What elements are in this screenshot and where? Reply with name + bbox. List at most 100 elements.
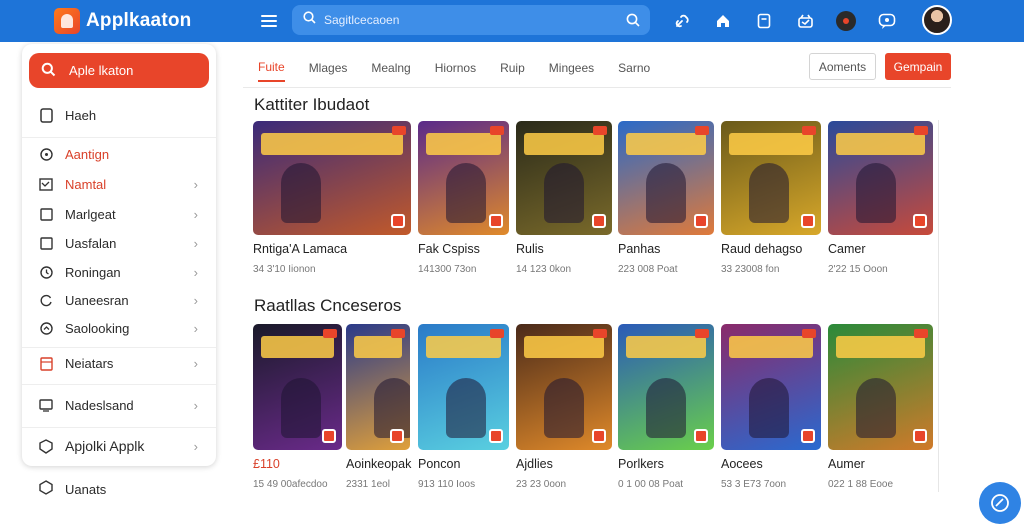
app-card[interactable]: Ajdlies 23 23 0oon: [516, 324, 612, 490]
game-title-art: [426, 133, 501, 155]
primary-button[interactable]: Gempain: [885, 53, 951, 80]
top-icon-group: [670, 9, 916, 33]
app-card[interactable]: £110 15 49 00afecdoo: [253, 324, 342, 490]
sidebar-item-namtal[interactable]: Namtal ›: [22, 177, 216, 192]
app-card[interactable]: Porlkers 0 1 00 08 Poat: [618, 324, 714, 490]
app-title: £110: [253, 457, 280, 471]
search-bar[interactable]: [292, 5, 650, 35]
sidebar-item-nadeslsand[interactable]: Nadeslsand ›: [22, 398, 216, 413]
app-meta: 23 23 0oon: [516, 479, 567, 490]
app-thumbnail[interactable]: [253, 121, 411, 235]
tag-badge: [323, 329, 337, 338]
character-art: [646, 378, 686, 438]
sidebar-item-uasfalan[interactable]: Uasfalan ›: [22, 236, 216, 251]
app-card[interactable]: Panhas 223 008 Poat: [618, 121, 714, 275]
app-thumbnail[interactable]: [516, 121, 612, 235]
tag-badge: [392, 126, 406, 135]
app-card[interactable]: Aocees 53 3 E73 7oon: [721, 324, 821, 490]
app-thumbnail[interactable]: [618, 121, 714, 235]
app-logo[interactable]: Applkaaton: [54, 8, 191, 34]
app-thumbnail[interactable]: [516, 324, 612, 450]
app-card[interactable]: Fak Cspiss 141300 73on: [418, 121, 509, 275]
link-icon[interactable]: [670, 9, 694, 33]
search-icon: [303, 11, 316, 29]
bookmark-icon[interactable]: [752, 9, 776, 33]
sidebar-item-haeh[interactable]: Haeh: [22, 108, 216, 123]
tag-badge: [593, 126, 607, 135]
tag-badge: [391, 329, 405, 338]
search-input[interactable]: [324, 13, 604, 27]
tab-mealng[interactable]: Mealng: [371, 54, 410, 82]
app-badge-icon: [489, 429, 503, 443]
sidebar-item-apjolki[interactable]: Apjolki Applk ›: [22, 438, 216, 454]
app-card[interactable]: Aumer 022 1 88 Eooe: [828, 324, 933, 490]
record-icon[interactable]: [834, 9, 858, 33]
chevron-right-icon: ›: [193, 438, 198, 454]
app-thumbnail[interactable]: [253, 324, 342, 450]
app-card[interactable]: Camer 2'22 15 Ooon: [828, 121, 933, 275]
sidebar-item-label: Marlgeat: [65, 207, 116, 222]
help-button[interactable]: [979, 482, 1021, 524]
avatar[interactable]: [922, 5, 952, 35]
clock-icon: [39, 266, 53, 280]
chevron-right-icon: ›: [193, 207, 198, 222]
app-card[interactable]: Raud dehagso 33 23008 fon: [721, 121, 821, 275]
search-submit-icon[interactable]: [626, 13, 640, 32]
sidebar-item-aantign[interactable]: Aantign: [22, 147, 216, 162]
tag-badge: [490, 126, 504, 135]
game-title-art: [729, 133, 813, 155]
sidebar-item-uaneesran[interactable]: Uaneesran ›: [22, 293, 216, 308]
app-card[interactable]: Aoinkeopak 2331 1eol: [346, 324, 411, 490]
app-meta: 022 1 88 Eooe: [828, 479, 894, 490]
app-thumbnail[interactable]: [828, 324, 933, 450]
sidebar-bottom-item[interactable]: Uanats: [22, 480, 106, 498]
app-title: Raud dehagso: [721, 242, 803, 256]
app-meta: 14 123 0kon: [516, 264, 572, 275]
compass-icon: [39, 148, 53, 162]
game-title-art: [626, 336, 706, 358]
tab-fuite[interactable]: Fuite: [258, 54, 285, 82]
tab-sarno[interactable]: Sarno: [618, 54, 650, 82]
hexagon-icon: [39, 480, 53, 498]
home-icon[interactable]: [711, 9, 735, 33]
app-thumbnail[interactable]: [618, 324, 714, 450]
sidebar-item-marlgeat[interactable]: Marlgeat ›: [22, 207, 216, 222]
tab-mlages[interactable]: Mlages: [309, 54, 348, 82]
sidebar-item-neiatars[interactable]: Neiatars ›: [22, 356, 216, 371]
character-art: [446, 378, 486, 438]
sidebar-primary-button[interactable]: Aple lkaton: [29, 53, 209, 88]
scrollbar-track[interactable]: [938, 120, 939, 492]
app-meta: 913 110 Ioos: [418, 479, 476, 490]
game-title-art: [524, 133, 604, 155]
app-card[interactable]: Poncon 913 110 Ioos: [418, 324, 509, 490]
app-card[interactable]: Rntiga'A Lamaca 34 3'10 Iionon: [253, 121, 411, 275]
chat-icon[interactable]: [875, 9, 899, 33]
app-card[interactable]: Rulis 14 123 0kon: [516, 121, 612, 275]
app-thumbnail[interactable]: [418, 121, 509, 235]
tab-hiornos[interactable]: Hiornos: [435, 54, 476, 82]
app-thumbnail[interactable]: [418, 324, 509, 450]
app-badge-icon: [913, 429, 927, 443]
sidebar-item-roningan[interactable]: Roningan ›: [22, 265, 216, 280]
app-title: Camer: [828, 242, 866, 256]
secondary-button[interactable]: Aoments: [809, 53, 876, 80]
app-thumbnail[interactable]: [346, 324, 410, 450]
sidebar-item-label: Roningan: [65, 265, 121, 280]
refresh-icon: [39, 294, 53, 308]
app-badge-icon: [801, 429, 815, 443]
app-thumbnail[interactable]: [721, 324, 821, 450]
gift-icon[interactable]: [793, 9, 817, 33]
tab-mingees[interactable]: Mingees: [549, 54, 594, 82]
sidebar-item-label: Saolooking: [65, 321, 130, 336]
character-art: [544, 163, 584, 223]
app-meta: 2'22 15 Ooon: [828, 264, 888, 275]
character-art: [749, 378, 789, 438]
app-meta: 2331 1eol: [346, 479, 390, 490]
sidebar-item-label: Uasfalan: [65, 236, 117, 251]
menu-icon[interactable]: [261, 15, 278, 27]
tab-ruip[interactable]: Ruip: [500, 54, 525, 82]
sidebar-item-label: Namtal: [65, 177, 107, 192]
app-thumbnail[interactable]: [828, 121, 933, 235]
sidebar-item-saolooking[interactable]: Saolooking ›: [22, 321, 216, 336]
app-thumbnail[interactable]: [721, 121, 821, 235]
